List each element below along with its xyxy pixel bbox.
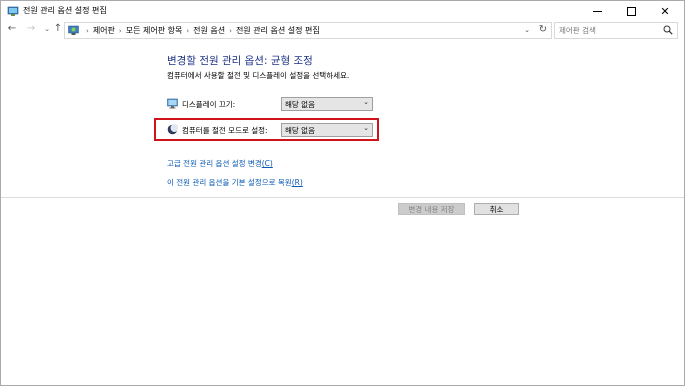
chevron-down-icon: ⌄ (363, 98, 369, 106)
breadcrumb-item-control-panel[interactable]: 제어판 (93, 26, 115, 35)
close-icon: ✕ (660, 4, 670, 18)
breadcrumb-item-power-options[interactable]: 전원 옵션 (193, 26, 225, 35)
address-bar[interactable]: › 제어판 › 모든 제어판 항목 › 전원 옵션 › 전원 관리 옵션 설정 편집 ⌄ ↻ (64, 22, 552, 39)
forward-button[interactable]: → (25, 23, 37, 35)
power-options-icon (7, 5, 19, 17)
back-button[interactable]: ← (6, 23, 18, 35)
minimize-button[interactable] (583, 1, 611, 21)
restore-defaults-link-text: 이 전원 관리 옵션을 기본 설정으로 복원 (167, 178, 292, 187)
maximize-icon (626, 6, 636, 16)
advanced-settings-link[interactable]: 고급 전원 관리 옵션 설정 변경(C) (167, 158, 273, 169)
save-changes-button[interactable]: 변경 내용 저장 (398, 203, 465, 215)
window-title: 전원 관리 옵션 설정 편집 (23, 6, 107, 15)
sleep-value: 해당 없음 (285, 126, 315, 135)
search-icon[interactable] (663, 25, 673, 35)
sleep-label: 컴퓨터를 절전 모드로 설정: (182, 126, 268, 135)
breadcrumb: › 제어판 › 모든 제어판 항목 › 전원 옵션 › 전원 관리 옵션 설정 편집 (82, 25, 320, 36)
search-input[interactable] (559, 24, 655, 36)
divider (1, 197, 684, 198)
close-button[interactable]: ✕ (651, 1, 679, 21)
refresh-button[interactable]: ↻ (537, 24, 549, 36)
breadcrumb-item-edit-plan[interactable]: 전원 관리 옵션 설정 편집 (236, 26, 320, 35)
breadcrumb-separator[interactable]: › (229, 27, 232, 35)
navigation-bar: ← → ⌄ ↑ › 제어판 › 모든 제어판 항목 › 전원 옵션 › 전원 관리 옵션 설정… (1, 21, 684, 39)
chevron-down-icon: ⌄ (363, 124, 369, 132)
breadcrumb-item-all-items[interactable]: 모든 제어판 항목 (126, 26, 183, 35)
control-panel-icon (68, 25, 79, 36)
display-off-value: 해당 없음 (285, 100, 315, 109)
monitor-icon (167, 98, 178, 109)
page-description: 컴퓨터에서 사용할 절전 및 디스플레이 설정을 선택하세요. (167, 71, 350, 80)
restore-defaults-link-accel: (R) (291, 178, 303, 187)
up-button[interactable]: ↑ (52, 23, 64, 35)
search-box[interactable] (554, 22, 678, 39)
address-dropdown-button[interactable]: ⌄ (522, 24, 532, 36)
advanced-settings-link-text: 고급 전원 관리 옵션 설정 변경 (167, 159, 262, 168)
title-bar: 전원 관리 옵션 설정 편집 ✕ (1, 1, 684, 21)
page-title: 변경할 전원 관리 옵션: 균형 조정 (167, 55, 313, 67)
breadcrumb-separator[interactable]: › (119, 27, 122, 35)
display-off-label: 디스플레이 끄기: (182, 100, 236, 109)
advanced-settings-link-accel: (C) (261, 159, 273, 168)
restore-defaults-link[interactable]: 이 전원 관리 옵션을 기본 설정으로 복원(R) (167, 177, 303, 188)
display-off-dropdown[interactable]: 해당 없음 ⌄ (281, 97, 373, 111)
minimize-icon (592, 10, 602, 12)
main-content: 변경할 전원 관리 옵션: 균형 조정 컴퓨터에서 사용할 절전 및 디스플레이… (1, 39, 684, 385)
sleep-dropdown[interactable]: 해당 없음 ⌄ (281, 123, 373, 137)
moon-icon (167, 124, 179, 135)
cancel-button[interactable]: 취소 (474, 203, 519, 215)
breadcrumb-separator[interactable]: › (186, 27, 189, 35)
window: 전원 관리 옵션 설정 편집 ✕ ← → ⌄ ↑ › 제어판 › 모든 제어판 항목 ›… (0, 0, 685, 386)
breadcrumb-separator: › (86, 27, 89, 35)
maximize-button[interactable] (617, 1, 645, 21)
